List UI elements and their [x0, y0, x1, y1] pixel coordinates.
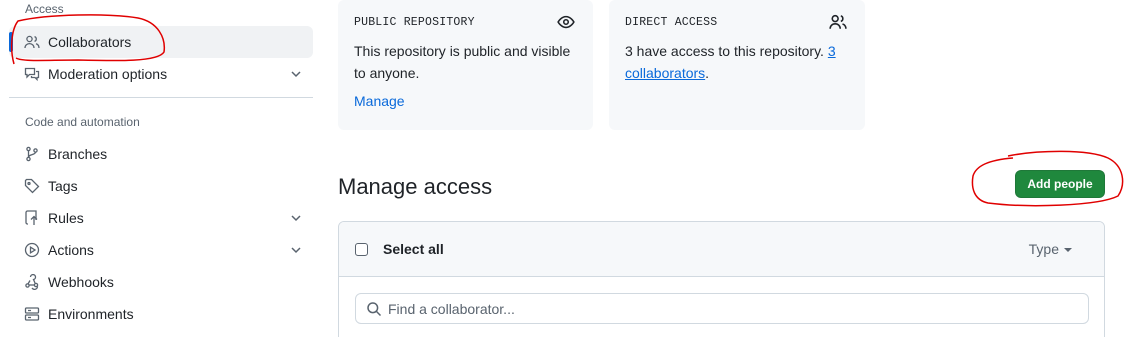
sidebar-item-environments[interactable]: Environments — [9, 298, 313, 330]
people-icon — [24, 34, 40, 50]
eye-icon — [557, 13, 575, 31]
comment-discussion-icon — [24, 66, 40, 82]
code-section-heading: Code and automation — [25, 115, 140, 129]
chevron-down-icon[interactable] — [288, 242, 304, 258]
type-filter-dropdown[interactable]: Type — [1029, 241, 1072, 257]
sidebar-item-tags[interactable]: Tags — [9, 170, 313, 202]
sidebar-divider — [9, 97, 313, 98]
sidebar-item-moderation-options[interactable]: Moderation options — [9, 58, 313, 90]
sidebar-item-branches[interactable]: Branches — [9, 138, 313, 170]
play-icon — [24, 242, 40, 258]
manage-visibility-link[interactable]: Manage — [354, 93, 405, 109]
server-icon — [24, 306, 40, 322]
sidebar-item-label: Collaborators — [48, 34, 132, 50]
card-title: DIRECT ACCESS — [625, 16, 718, 29]
caret-down-icon — [1064, 248, 1072, 252]
sidebar-item-label: Rules — [48, 210, 84, 226]
sidebar-item-label: Webhooks — [48, 274, 114, 290]
sidebar-item-webhooks[interactable]: Webhooks — [9, 266, 313, 298]
chevron-down-icon[interactable] — [288, 210, 304, 226]
punctuation: . — [705, 65, 710, 81]
add-people-button[interactable]: Add people — [1015, 170, 1105, 198]
sidebar-item-label: Tags — [48, 178, 78, 194]
manage-access-heading: Manage access — [338, 174, 493, 199]
git-branch-icon — [24, 146, 40, 162]
settings-page: Access Collaborators Moderation options — [0, 0, 1129, 337]
type-filter-label: Type — [1028, 241, 1059, 257]
sidebar-item-rules[interactable]: Rules — [9, 202, 313, 234]
card-text: This repository is public and visible to… — [354, 43, 571, 81]
sidebar-item-label: Actions — [48, 242, 94, 258]
access-summary-text: 3 have access to this repository. — [625, 43, 824, 59]
repo-push-icon — [24, 210, 40, 226]
card-title: PUBLIC REPOSITORY — [354, 16, 475, 29]
sidebar-item-label: Moderation options — [48, 66, 168, 82]
direct-access-card: DIRECT ACCESS 3 have access to this repo… — [609, 0, 865, 130]
tag-icon — [24, 178, 40, 194]
public-repository-card: PUBLIC REPOSITORY This repository is pub… — [338, 0, 593, 130]
search-input[interactable] — [388, 300, 1068, 317]
collaborator-search[interactable] — [355, 293, 1089, 324]
access-section-heading: Access — [25, 2, 64, 16]
webhook-icon — [24, 274, 40, 290]
collaborators-box-header: Select all Type — [339, 222, 1104, 277]
settings-sidebar: Access Collaborators Moderation options — [0, 0, 322, 337]
sidebar-item-label: Environments — [48, 306, 134, 322]
sidebar-item-collaborators[interactable]: Collaborators — [9, 26, 313, 58]
search-icon — [366, 301, 382, 317]
sidebar-item-label: Branches — [48, 146, 108, 162]
card-text: 3 have access to this repository. 3 coll… — [625, 40, 849, 84]
select-all-checkbox[interactable] — [355, 242, 368, 256]
chevron-down-icon[interactable] — [288, 66, 304, 82]
collaborators-box: Select all Type — [338, 221, 1105, 337]
people-icon — [829, 13, 847, 31]
select-all-label[interactable]: Select all — [383, 241, 444, 257]
sidebar-item-actions[interactable]: Actions — [9, 234, 313, 266]
